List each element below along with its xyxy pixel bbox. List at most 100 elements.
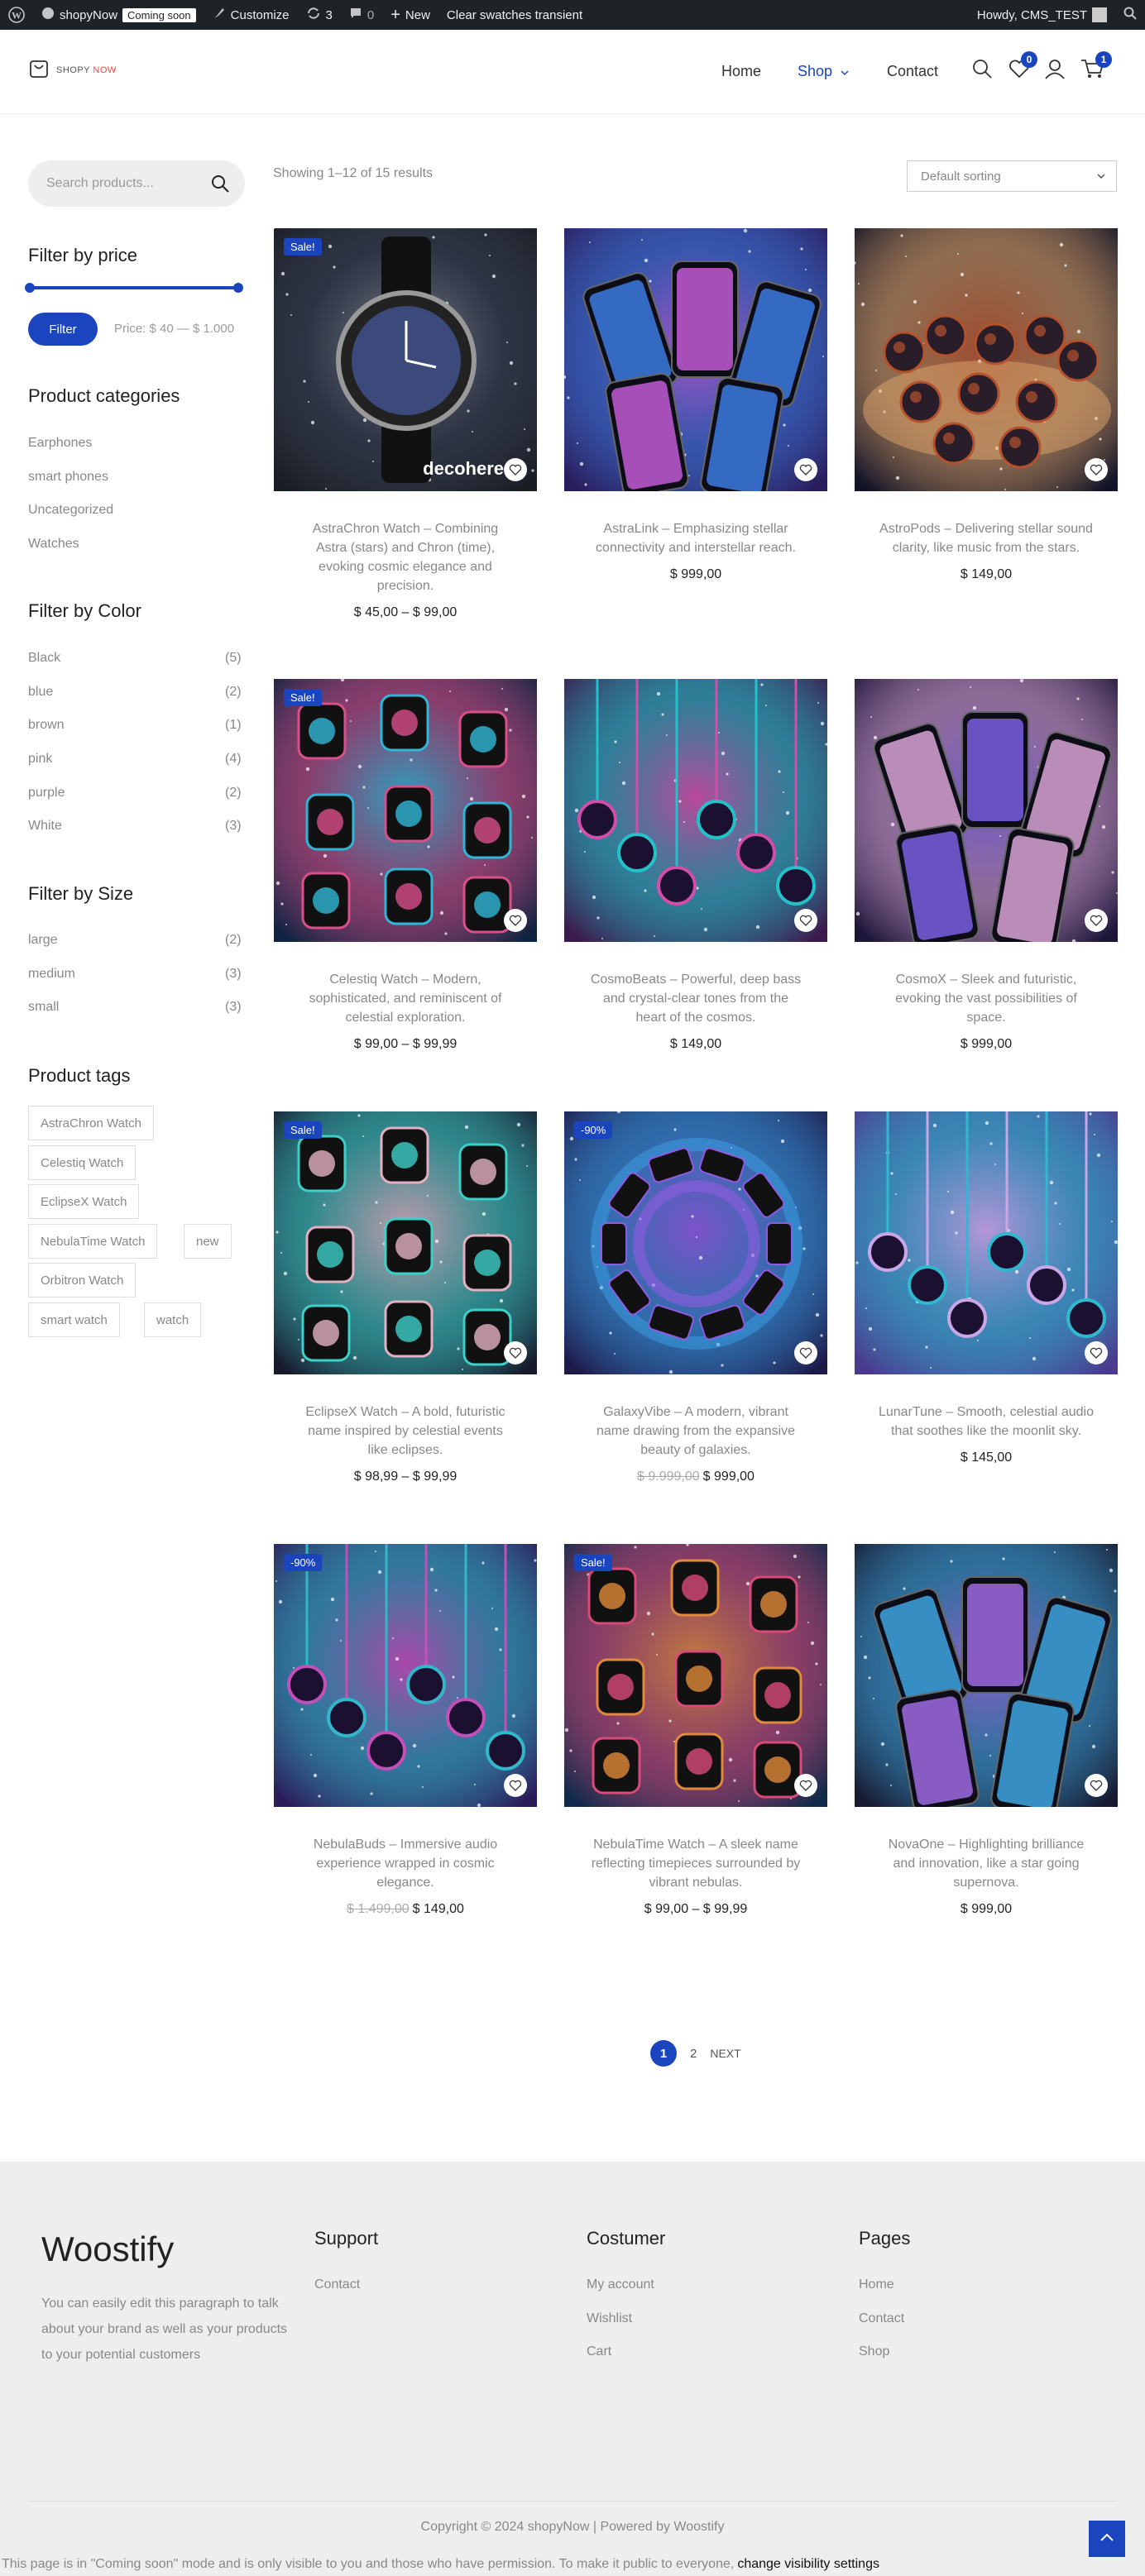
- tag-eclipsex-watch[interactable]: EclipseX Watch: [28, 1184, 140, 1219]
- product-card[interactable]: decohere Sale! AstraChron Watch – Combinin…: [274, 228, 537, 620]
- wordpress-logo-icon[interactable]: W: [0, 0, 33, 30]
- product-card[interactable]: CosmoBeats – Powerful, deep bass and cry…: [564, 679, 827, 1052]
- search-icon[interactable]: [210, 174, 230, 198]
- add-to-wishlist-heart-icon[interactable]: [794, 1341, 817, 1364]
- add-to-wishlist-heart-icon[interactable]: [794, 1774, 817, 1797]
- product-card[interactable]: -90% GalaxyVibe – A modern, vibrant name …: [564, 1111, 827, 1484]
- tag-watch[interactable]: watch: [144, 1302, 202, 1337]
- product-title[interactable]: AstraLink – Emphasizing stellar connecti…: [564, 519, 827, 557]
- product-title[interactable]: AstraChron Watch – Combining Astra (star…: [274, 519, 537, 595]
- admin-comments[interactable]: 0: [341, 0, 382, 30]
- product-title[interactable]: Celestiq Watch – Modern, sophisticated, …: [274, 970, 537, 1027]
- color-filter-purple[interactable]: purple: [28, 786, 65, 801]
- tag-astrachron-watch[interactable]: AstraChron Watch: [28, 1106, 154, 1140]
- tag-celestiq-watch[interactable]: Celestiq Watch: [28, 1145, 137, 1180]
- product-card[interactable]: LunarTune – Smooth, celestial audio that…: [855, 1111, 1118, 1465]
- product-image[interactable]: [855, 679, 1118, 942]
- product-image[interactable]: [564, 679, 827, 942]
- product-search-input[interactable]: Search products...: [28, 160, 245, 207]
- product-card[interactable]: Sale! NebulaTime Watch – A sleek name ref…: [564, 1544, 827, 1917]
- color-filter-brown[interactable]: brown: [28, 718, 65, 733]
- sorting-select[interactable]: Default sorting: [907, 160, 1117, 192]
- product-image[interactable]: -90%: [564, 1111, 827, 1374]
- cart-icon[interactable]: 1: [1080, 51, 1112, 84]
- product-card[interactable]: -90% NebulaBuds – Immersive audio experie…: [274, 1544, 537, 1917]
- admin-new[interactable]: + New: [382, 0, 438, 30]
- admin-customize[interactable]: Customize: [204, 0, 298, 30]
- product-title[interactable]: NebulaTime Watch – A sleek name reflecti…: [564, 1835, 827, 1892]
- product-title[interactable]: CosmoBeats – Powerful, deep bass and cry…: [564, 970, 827, 1027]
- admin-updates[interactable]: 3: [298, 0, 341, 30]
- admin-account[interactable]: Howdy, CMS_TEST: [969, 0, 1115, 30]
- footer-link-home[interactable]: Home: [859, 2277, 894, 2292]
- product-image[interactable]: [564, 228, 827, 491]
- site-logo[interactable]: SHOPY NOW: [28, 58, 117, 82]
- wishlist-icon[interactable]: 0: [1008, 51, 1037, 84]
- add-to-wishlist-heart-icon[interactable]: [504, 1341, 527, 1364]
- product-card[interactable]: CosmoX – Sleek and futuristic, evoking t…: [855, 679, 1118, 1052]
- product-image[interactable]: Sale!: [274, 679, 537, 942]
- product-image[interactable]: decohere Sale!: [274, 228, 537, 491]
- nav-contact[interactable]: Contact: [887, 63, 938, 80]
- nav-shop[interactable]: Shop: [798, 63, 850, 81]
- size-filter-large[interactable]: large: [28, 933, 58, 948]
- account-icon[interactable]: [1044, 58, 1066, 84]
- color-filter-black[interactable]: Black: [28, 651, 60, 666]
- product-title[interactable]: CosmoX – Sleek and futuristic, evoking t…: [855, 970, 1118, 1027]
- footer-link-my-account[interactable]: My account: [587, 2277, 654, 2292]
- tag-smart-watch[interactable]: smart watch: [28, 1302, 120, 1337]
- product-card[interactable]: Sale! EclipseX Watch – A bold, futuristic…: [274, 1111, 537, 1484]
- add-to-wishlist-heart-icon[interactable]: [504, 458, 527, 481]
- add-to-wishlist-heart-icon[interactable]: [794, 458, 817, 481]
- size-filter-small[interactable]: small: [28, 1000, 59, 1015]
- color-filter-pink[interactable]: pink: [28, 752, 52, 767]
- add-to-wishlist-heart-icon[interactable]: [1085, 1341, 1108, 1364]
- product-title[interactable]: AstroPods – Delivering stellar sound cla…: [855, 519, 1118, 557]
- category-uncategorized[interactable]: Uncategorized: [28, 503, 113, 518]
- add-to-wishlist-heart-icon[interactable]: [504, 1774, 527, 1797]
- product-card[interactable]: AstroPods – Delivering stellar sound cla…: [855, 228, 1118, 582]
- product-card[interactable]: NovaOne – Highlighting brilliance and in…: [855, 1544, 1118, 1917]
- footer-link-contact-page[interactable]: Contact: [859, 2311, 904, 2326]
- product-image[interactable]: Sale!: [274, 1111, 537, 1374]
- tag-new[interactable]: new: [184, 1224, 232, 1259]
- category-smart-phones[interactable]: smart phones: [28, 470, 108, 485]
- product-title[interactable]: GalaxyVibe – A modern, vibrant name draw…: [564, 1403, 827, 1460]
- admin-search[interactable]: [1115, 0, 1145, 30]
- tag-nebulatime-watch[interactable]: NebulaTime Watch: [28, 1224, 158, 1259]
- color-filter-blue[interactable]: blue: [28, 685, 53, 700]
- add-to-wishlist-heart-icon[interactable]: [1085, 1774, 1108, 1797]
- product-image[interactable]: [855, 1111, 1118, 1374]
- filter-button[interactable]: Filter: [28, 313, 98, 346]
- change-visibility-link[interactable]: change visibility settings: [737, 2557, 879, 2572]
- product-title[interactable]: LunarTune – Smooth, celestial audio that…: [855, 1403, 1118, 1441]
- admin-site-name[interactable]: shopyNow Coming soon: [33, 0, 204, 30]
- product-title[interactable]: EclipseX Watch – A bold, futuristic name…: [274, 1403, 537, 1460]
- product-card[interactable]: Sale! Celestiq Watch – Modern, sophistica…: [274, 679, 537, 1052]
- nav-home[interactable]: Home: [721, 63, 761, 80]
- add-to-wishlist-heart-icon[interactable]: [794, 909, 817, 932]
- product-image[interactable]: [855, 228, 1118, 491]
- color-filter-white[interactable]: White: [28, 819, 62, 834]
- page-2-link[interactable]: 2: [690, 2047, 697, 2061]
- product-card[interactable]: AstraLink – Emphasizing stellar connecti…: [564, 228, 827, 582]
- product-image[interactable]: Sale!: [564, 1544, 827, 1807]
- add-to-wishlist-heart-icon[interactable]: [504, 909, 527, 932]
- header-search-icon[interactable]: [971, 58, 993, 84]
- add-to-wishlist-heart-icon[interactable]: [1085, 458, 1108, 481]
- tag-orbitron-watch[interactable]: Orbitron Watch: [28, 1263, 137, 1298]
- page-current[interactable]: 1: [650, 2040, 677, 2067]
- product-image[interactable]: -90%: [274, 1544, 537, 1807]
- footer-link-shop[interactable]: Shop: [859, 2344, 889, 2359]
- add-to-wishlist-heart-icon[interactable]: [1085, 909, 1108, 932]
- footer-link-contact[interactable]: Contact: [314, 2277, 360, 2292]
- footer-link-wishlist[interactable]: Wishlist: [587, 2311, 632, 2326]
- footer-link-cart[interactable]: Cart: [587, 2344, 611, 2359]
- category-earphones[interactable]: Earphones: [28, 436, 92, 451]
- category-watches[interactable]: Watches: [28, 537, 79, 552]
- price-range-slider[interactable]: [25, 283, 243, 293]
- next-page-link[interactable]: NEXT: [710, 2047, 740, 2060]
- product-image[interactable]: [855, 1544, 1118, 1807]
- admin-clear-swatches[interactable]: Clear swatches transient: [438, 0, 591, 30]
- product-title[interactable]: NebulaBuds – Immersive audio experience …: [274, 1835, 537, 1892]
